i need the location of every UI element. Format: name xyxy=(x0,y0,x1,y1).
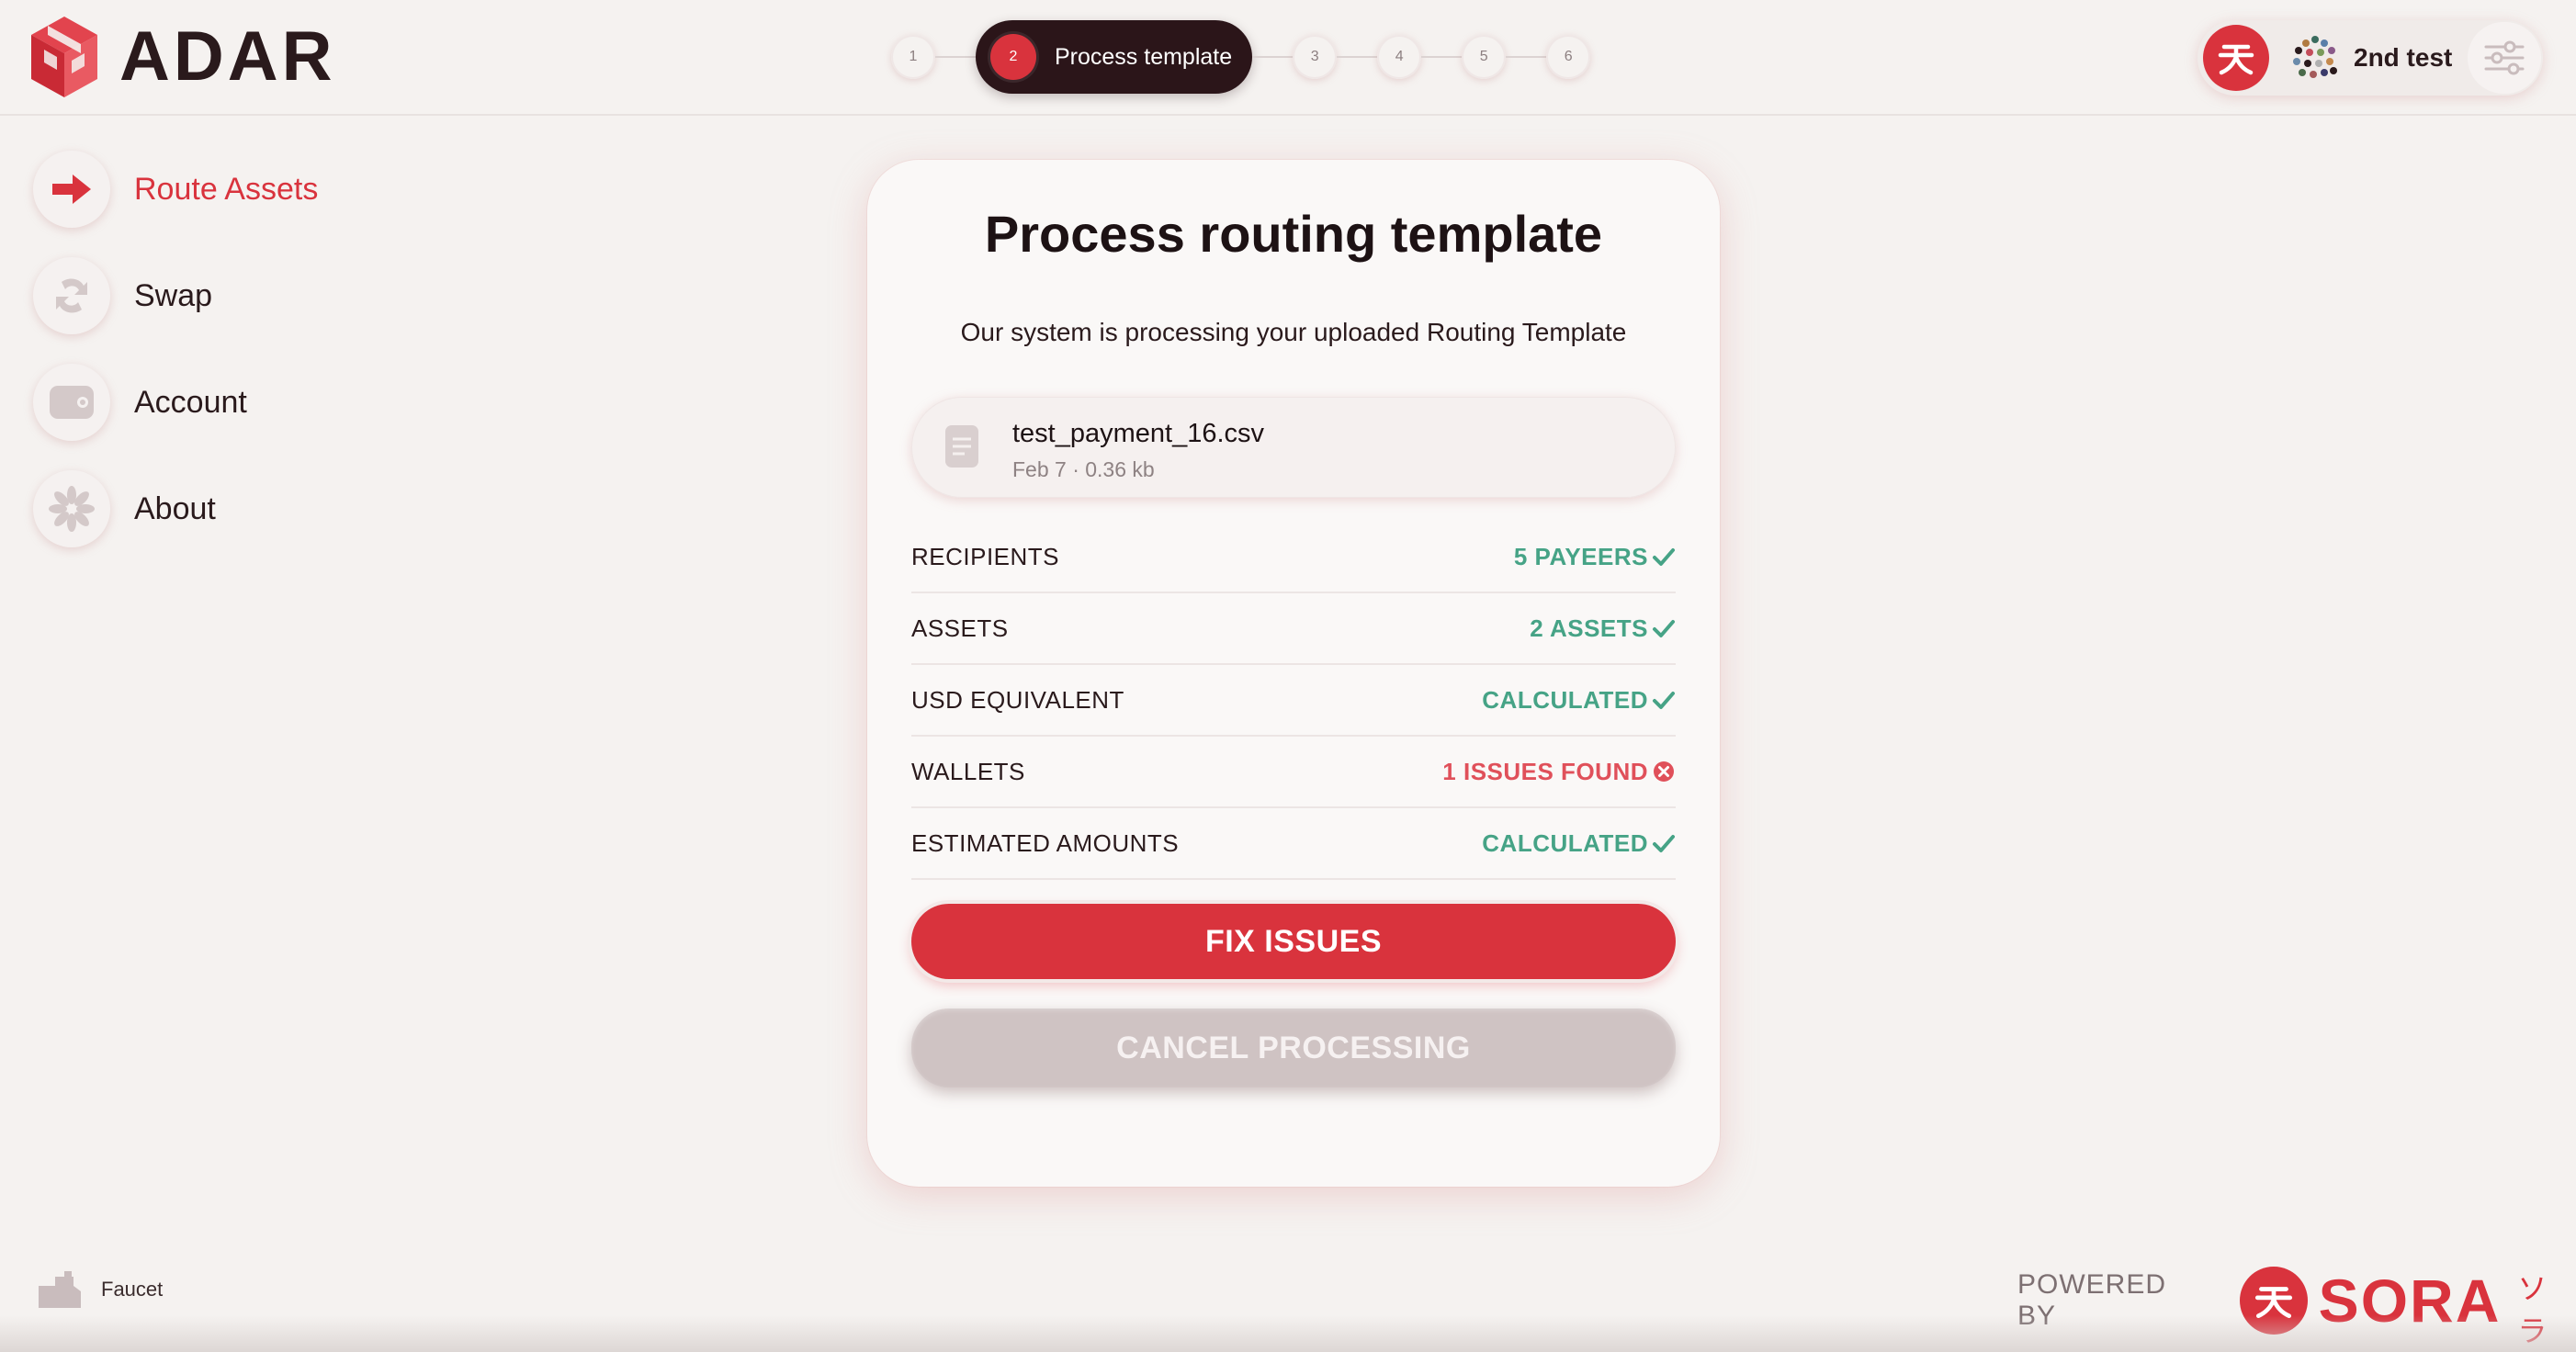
step-connector xyxy=(1506,56,1547,58)
faucet-link[interactable]: Faucet xyxy=(37,1269,163,1310)
row-value: CALCULATED xyxy=(1482,829,1676,858)
account-avatar-icon xyxy=(2293,36,2337,78)
card-title: Process routing template xyxy=(984,205,1603,263)
faucet-label: Faucet xyxy=(101,1278,164,1301)
sora-network-icon[interactable] xyxy=(2203,25,2269,91)
step-3[interactable]: 3 xyxy=(1293,35,1338,79)
status-row-recipients: RECIPIENTS 5 PAYEERS xyxy=(911,522,1676,593)
step-2-active[interactable]: 2 Process template xyxy=(976,20,1253,94)
row-value: 2 ASSETS xyxy=(1530,614,1676,643)
bottom-edge-shade xyxy=(0,1315,2576,1352)
process-template-card: Process routing template Our system is p… xyxy=(867,160,1720,1187)
sidebar-item-label: Account xyxy=(134,384,247,420)
step-connector xyxy=(935,56,976,58)
sidebar-item-route-assets[interactable]: Route Assets xyxy=(33,147,318,231)
step-connector xyxy=(1337,56,1378,58)
step-5[interactable]: 5 xyxy=(1462,35,1507,79)
brand-name: ADAR xyxy=(119,17,336,96)
adar-logo[interactable]: ADAR xyxy=(26,13,336,101)
check-icon xyxy=(1653,835,1675,852)
card-subtitle: Our system is processing your uploaded R… xyxy=(960,318,1627,346)
sliders-icon xyxy=(2484,40,2525,75)
file-name: test_payment_16.csv xyxy=(1012,419,1265,448)
sidebar-nav: Route Assets Swap Account About xyxy=(33,147,318,573)
document-icon xyxy=(945,425,978,468)
row-label: WALLETS xyxy=(911,757,1025,785)
account-pill[interactable]: 2nd test xyxy=(2198,20,2543,96)
sidebar-item-account[interactable]: Account xyxy=(33,360,318,445)
status-row-assets: ASSETS 2 ASSETS xyxy=(911,593,1676,665)
fix-issues-button[interactable]: FIX ISSUES xyxy=(911,904,1676,979)
faucet-icon xyxy=(39,1271,81,1308)
wallet-icon xyxy=(33,364,110,441)
row-value: CALCULATED xyxy=(1482,686,1676,715)
check-icon xyxy=(1653,620,1675,637)
top-header: ADAR 1 2 Process template 3 4 5 6 2nd te… xyxy=(0,0,2576,116)
swap-icon xyxy=(33,257,110,334)
row-value-text: CALCULATED xyxy=(1482,828,1648,857)
status-list: RECIPIENTS 5 PAYEERS ASSETS 2 ASSETS USD… xyxy=(911,522,1676,880)
sidebar-item-swap[interactable]: Swap xyxy=(33,254,318,338)
error-circle-icon xyxy=(1654,761,1674,782)
step-connector xyxy=(1421,56,1463,58)
cancel-processing-button[interactable]: CANCEL PROCESSING xyxy=(911,1008,1676,1087)
status-row-usd-equivalent: USD EQUIVALENT CALCULATED xyxy=(911,665,1676,737)
row-label: ESTIMATED AMOUNTS xyxy=(911,828,1180,857)
step-1[interactable]: 1 xyxy=(891,35,935,79)
sidebar-item-about[interactable]: About xyxy=(33,467,318,551)
arrow-right-icon xyxy=(33,151,110,228)
row-value-text: 1 ISSUES FOUND xyxy=(1442,757,1648,785)
status-row-wallets: WALLETS 1 ISSUES FOUND xyxy=(911,737,1676,808)
account-name: 2nd test xyxy=(2354,43,2453,72)
row-value: 1 ISSUES FOUND xyxy=(1442,758,1676,786)
row-label: ASSETS xyxy=(911,614,1009,642)
step-2-label: Process template xyxy=(1055,43,1233,70)
progress-stepper: 1 2 Process template 3 4 5 6 xyxy=(891,20,1591,94)
row-value: 5 PAYEERS xyxy=(1514,543,1676,571)
row-label: USD EQUIVALENT xyxy=(911,685,1124,714)
check-icon xyxy=(1653,692,1675,709)
file-meta: Feb 7 · 0.36 kb xyxy=(1012,457,1155,481)
sidebar-item-label: Swap xyxy=(134,277,213,313)
row-label: RECIPIENTS xyxy=(911,542,1060,570)
status-row-estimated-amounts: ESTIMATED AMOUNTS CALCULATED xyxy=(911,808,1676,880)
step-6[interactable]: 6 xyxy=(1546,35,1591,79)
sidebar-item-label: Route Assets xyxy=(134,171,319,207)
flower-icon xyxy=(33,470,110,547)
step-connector xyxy=(1252,56,1294,58)
check-icon xyxy=(1653,548,1675,566)
row-value-text: CALCULATED xyxy=(1482,685,1648,714)
sidebar-item-label: About xyxy=(134,490,216,526)
row-value-text: 5 PAYEERS xyxy=(1513,542,1648,570)
step-2-number: 2 xyxy=(990,34,1036,80)
step-4[interactable]: 4 xyxy=(1377,35,1422,79)
sora-glyph-icon xyxy=(2218,44,2254,75)
row-value-text: 2 ASSETS xyxy=(1530,614,1648,642)
uploaded-file[interactable]: test_payment_16.csv Feb 7 · 0.36 kb xyxy=(911,397,1676,498)
adar-cube-icon xyxy=(31,17,97,97)
settings-button[interactable] xyxy=(2468,22,2541,94)
